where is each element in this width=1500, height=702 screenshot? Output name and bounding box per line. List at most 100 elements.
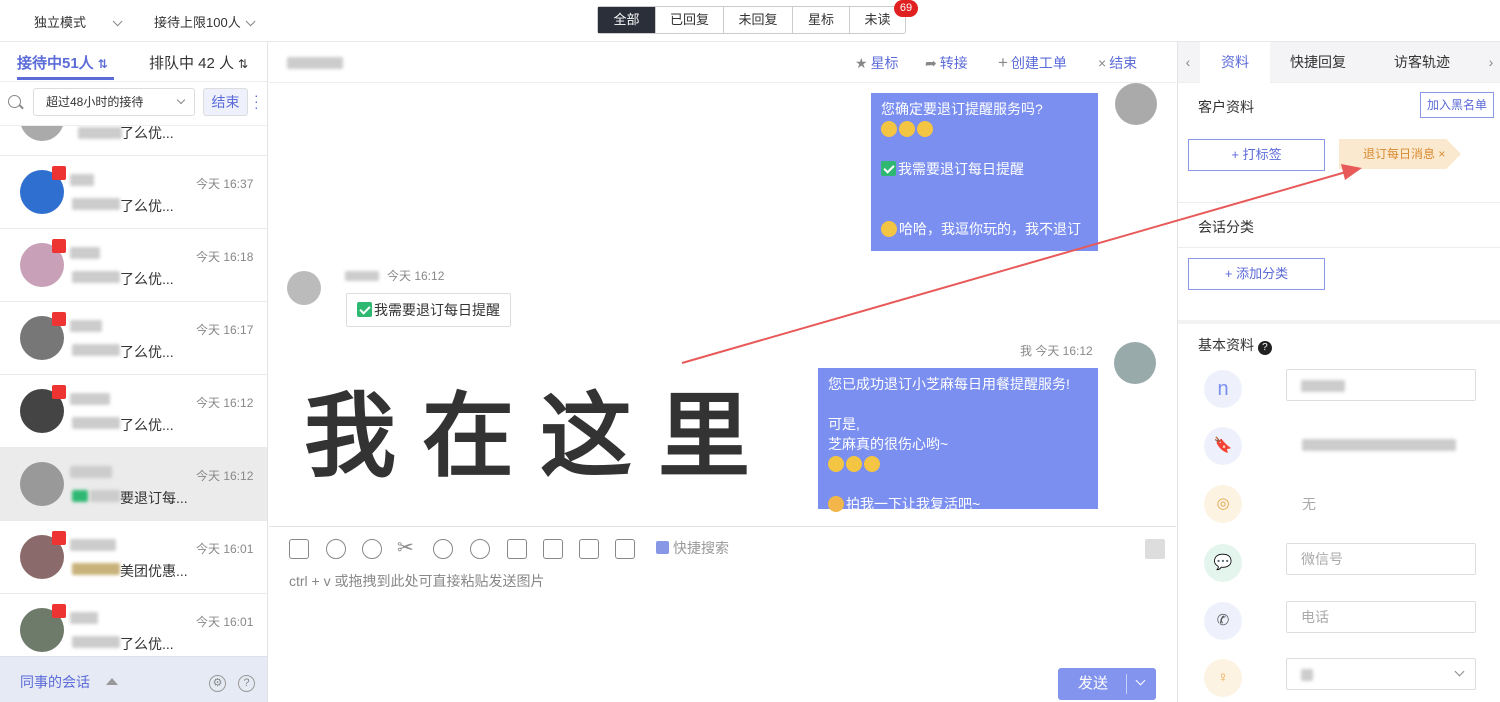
search-icon[interactable] — [8, 95, 21, 108]
tab-profile[interactable]: 资料 — [1200, 42, 1270, 83]
scissors-icon[interactable]: ✂ — [397, 535, 414, 560]
list-item[interactable]: 今天 16:18 了么优... — [0, 229, 267, 302]
filter-all[interactable]: 全部 — [598, 7, 655, 33]
conversation-time: 今天 16:01 — [196, 615, 254, 629]
blurred-text — [72, 198, 120, 210]
blurred-text — [72, 636, 120, 648]
end-chat-button[interactable]: × 结束 — [1098, 53, 1137, 73]
send-button[interactable]: 发送 — [1058, 668, 1156, 700]
name-field[interactable] — [1286, 369, 1476, 401]
blurred-text — [72, 271, 120, 283]
conversation-time: 今天 16:01 — [196, 542, 254, 556]
blurred-text — [72, 344, 120, 356]
expand-icon[interactable] — [1145, 539, 1165, 559]
list-item[interactable]: 今天 16:01 美团优惠... — [0, 521, 267, 594]
check-emoji-icon — [881, 161, 896, 176]
limit-dropdown[interactable]: 接待上限100人 — [154, 12, 256, 31]
message-input[interactable]: ctrl + v 或拖拽到此处可直接粘贴发送图片 — [289, 571, 545, 591]
chevron-up-icon[interactable] — [106, 678, 118, 685]
tab-serving[interactable]: 接待中51人 ⇅ — [17, 52, 108, 73]
message-line: 可是, — [828, 416, 860, 432]
blurred-name — [78, 127, 122, 139]
note-icon[interactable] — [615, 539, 635, 559]
inbox-icon[interactable] — [579, 539, 599, 559]
list-item[interactable]: 了么优... — [0, 126, 267, 156]
list-item[interactable]: 今天 16:01 了么优... — [0, 594, 267, 656]
wechat-field[interactable]: 微信号 — [1286, 543, 1476, 575]
blurred-name — [70, 247, 100, 259]
help-icon[interactable]: ? — [238, 675, 255, 692]
crying-emoji-icon — [864, 456, 880, 472]
emoji-icon[interactable] — [362, 539, 382, 559]
filter-unreplied[interactable]: 未回复 — [723, 7, 792, 33]
tab-queue[interactable]: 排队中 42 人 ⇅ — [149, 52, 248, 73]
blurred-value — [1301, 669, 1313, 681]
tab-visitor-track[interactable]: 访客轨迹 — [1366, 42, 1478, 83]
clock-icon[interactable] — [326, 539, 346, 559]
sort-icon[interactable]: ⇅ — [238, 57, 248, 71]
bookmark-icon: 🔖 — [1204, 427, 1242, 465]
star-icon: ★ — [855, 55, 868, 71]
list-item[interactable]: 今天 16:37 了么优... — [0, 156, 267, 229]
phone-field[interactable]: 电话 — [1286, 601, 1476, 633]
customer-info-heading: 客户资料 — [1198, 99, 1254, 115]
quick-search-label: 快捷搜索 — [673, 540, 729, 556]
mode-dropdown[interactable]: 独立模式 — [34, 12, 123, 31]
add-tag-button[interactable]: + 打标签 — [1188, 139, 1325, 171]
conversation-time: 今天 16:17 — [196, 323, 254, 337]
right-tabs: ‹ 资料 快捷回复 访客轨迹 › — [1178, 42, 1500, 83]
chevron-down-icon — [112, 16, 123, 27]
avatar — [20, 126, 64, 141]
blurred-name — [70, 393, 110, 405]
session-category-heading: 会话分类 — [1198, 219, 1254, 235]
gender-select[interactable] — [1286, 658, 1476, 690]
folder-icon[interactable] — [507, 539, 527, 559]
conversation-time: 今天 16:37 — [196, 177, 254, 191]
top-bar: 独立模式 接待上限100人 全部 已回复 未回复 星标 未读 69 — [0, 0, 1500, 42]
end-button[interactable]: 结束 — [203, 88, 248, 116]
chevron-left-icon[interactable]: ‹ — [1178, 42, 1198, 83]
conversation-snippet: 了么优... — [120, 417, 174, 433]
message-line: 您确定要退订提醒服务吗? — [881, 101, 1043, 117]
sort-icon[interactable]: ⇅ — [98, 57, 108, 71]
list-item[interactable]: 今天 16:17 了么优... — [0, 302, 267, 375]
star-button[interactable]: ★ 星标 — [855, 53, 899, 73]
conversation-snippet: 了么优... — [120, 198, 174, 214]
quick-search-checkbox[interactable] — [656, 541, 669, 554]
close-icon: × — [1098, 55, 1107, 71]
blacklist-button[interactable]: 加入黑名单 — [1420, 92, 1494, 118]
chevron-right-icon[interactable]: › — [1481, 42, 1500, 83]
chevron-down-icon — [245, 16, 256, 27]
colleague-sessions-label: 同事的会话 — [20, 674, 90, 690]
crying-emoji-icon — [917, 121, 933, 137]
crying-emoji-icon — [828, 456, 844, 472]
conversation-snippet: 要退订每... — [120, 490, 188, 506]
help-icon[interactable]: ? — [1257, 341, 1272, 355]
create-ticket-button[interactable]: + 创建工单 — [998, 53, 1067, 73]
time-filter-select[interactable]: 超过48小时的接待 — [33, 88, 195, 116]
message-line — [881, 179, 1088, 199]
upload-icon[interactable] — [543, 539, 563, 559]
list-item-selected[interactable]: 今天 16:12 要退订每... — [0, 448, 267, 521]
agent-avatar — [1115, 83, 1157, 125]
timer-48-icon[interactable] — [470, 539, 490, 559]
invite-icon[interactable] — [433, 539, 453, 559]
add-category-button[interactable]: + 添加分类 — [1188, 258, 1325, 290]
message-line — [828, 474, 1088, 494]
chevron-down-icon — [176, 95, 186, 105]
list-item[interactable]: 今天 16:12 了么优... — [0, 375, 267, 448]
conversation-tabs: 接待中51人 ⇅ 排队中 42 人 ⇅ — [0, 42, 267, 82]
settings-icon[interactable]: ⚙ — [209, 675, 226, 692]
message-line: 芝麻真的很伤心哟~ — [828, 436, 949, 452]
tag-unsubscribe-daily[interactable]: 退订每日消息 × — [1339, 139, 1461, 169]
filter-segment: 全部 已回复 未回复 星标 未读 — [597, 6, 906, 34]
tab-quick-reply[interactable]: 快捷回复 — [1270, 42, 1366, 83]
filter-replied[interactable]: 已回复 — [655, 7, 723, 33]
image-icon[interactable] — [289, 539, 309, 559]
more-icon[interactable]: · · · — [254, 88, 259, 114]
chevron-down-icon[interactable] — [1135, 675, 1146, 686]
colleague-sessions-bar[interactable]: 同事的会话 ⚙ ? — [0, 656, 267, 702]
filter-starred[interactable]: 星标 — [792, 7, 849, 33]
transfer-button[interactable]: ➦ 转接 — [925, 53, 968, 73]
message-line — [828, 394, 1088, 414]
